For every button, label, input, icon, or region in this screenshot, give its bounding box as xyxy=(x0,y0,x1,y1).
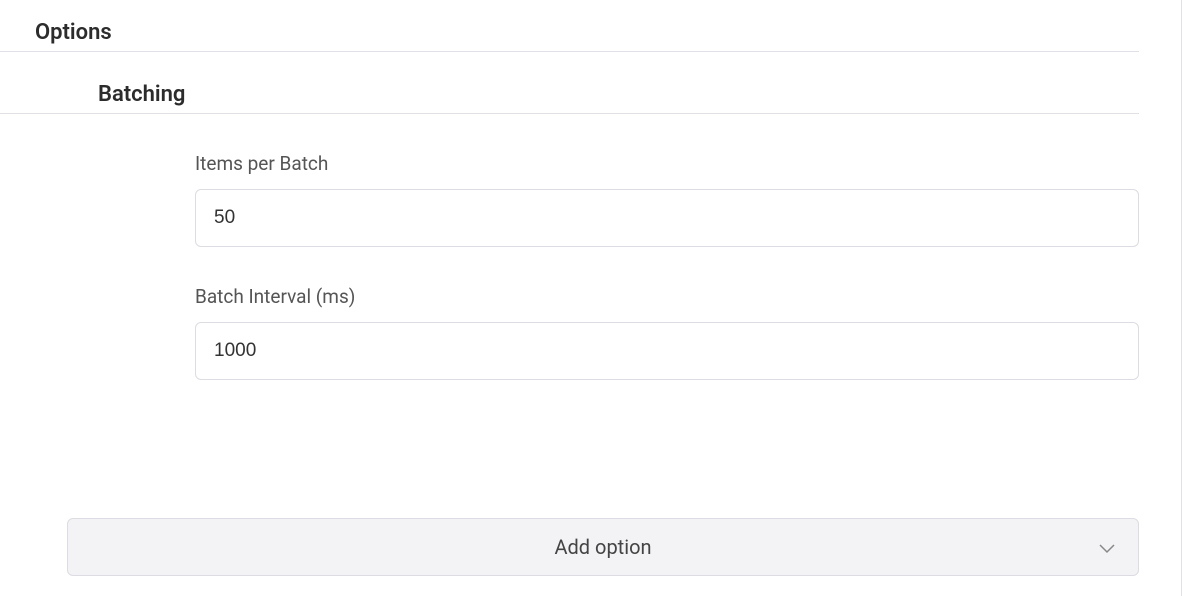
items-per-batch-input[interactable] xyxy=(195,189,1139,247)
items-per-batch-field-group: Items per Batch xyxy=(0,152,1181,247)
batch-interval-field-group: Batch Interval (ms) xyxy=(0,285,1181,380)
chevron-down-icon xyxy=(1098,535,1116,559)
batch-interval-label: Batch Interval (ms) xyxy=(195,285,1139,308)
batch-interval-input[interactable] xyxy=(195,322,1139,380)
options-section-header: Options xyxy=(0,0,1139,52)
items-per-batch-label: Items per Batch xyxy=(195,152,1139,175)
add-option-label: Add option xyxy=(554,535,651,559)
batching-subsection-header: Batching xyxy=(0,52,1139,114)
add-option-button[interactable]: Add option xyxy=(67,518,1139,576)
options-panel: Options Batching Items per Batch Batch I… xyxy=(0,0,1182,596)
